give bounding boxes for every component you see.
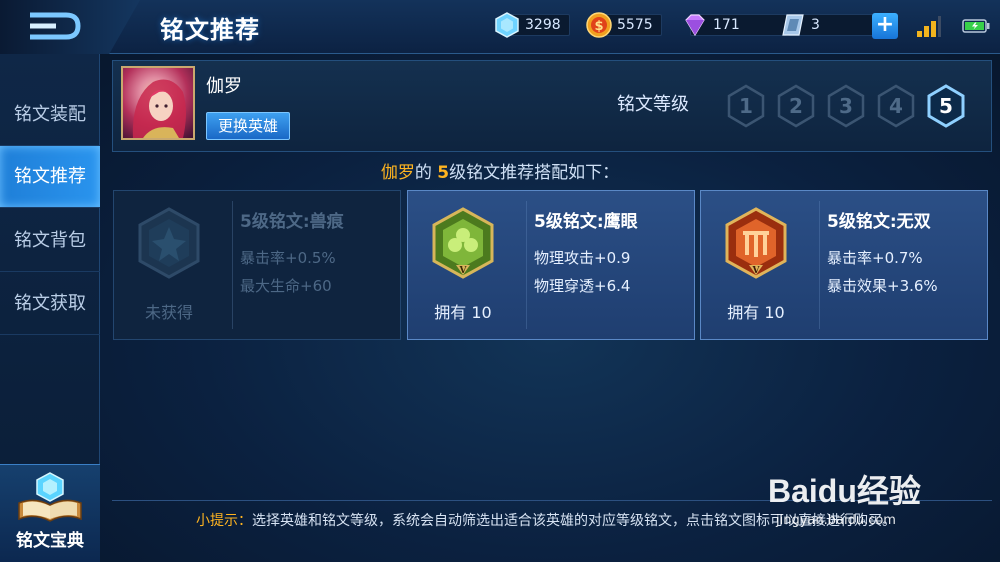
baidu-watermark-url: jingyan.baidu.com — [776, 513, 896, 528]
headline-level: 5 — [437, 163, 450, 183]
tip-label: 小提示： — [196, 513, 252, 529]
level-5-label: 5 — [939, 94, 953, 118]
gold-coin-icon: $ — [586, 12, 612, 38]
level-1-label: 1 — [739, 94, 753, 118]
rune-stat-2: 暴击效果+3.6% — [827, 277, 938, 295]
level-4-label: 4 — [889, 94, 903, 118]
gem-counter: 171 — [682, 12, 787, 38]
recommend-headline: 伽罗的 5级铭文推荐搭配如下： — [0, 158, 1000, 183]
baidu-watermark-logo: Baidu经验 — [768, 473, 921, 509]
sidebar-item-obtain[interactable]: 铭文获取 — [0, 273, 100, 335]
rune-stat-1: 暴击率+0.5% — [240, 249, 336, 267]
hero-avatar[interactable] — [121, 66, 195, 140]
rune-badge-icon[interactable]: V — [721, 205, 791, 285]
signal-icon — [917, 16, 941, 37]
rune-stat-1: 物理攻击+0.9 — [534, 249, 631, 267]
rune-owned-status: 未获得 — [144, 303, 193, 322]
page-title: 铭文推荐 — [160, 16, 260, 44]
rune-stat-2: 最大生命+60 — [240, 277, 332, 295]
rune-card-unrivaled[interactable]: V 拥有 10 5级铭文:无双 暴击率+0.7% 暴击效果+3.6% — [700, 190, 988, 340]
hero-portrait-icon — [132, 79, 186, 138]
rune-guide-label: 铭文宝典 — [16, 531, 84, 551]
headline-part1: 的 — [414, 163, 438, 183]
svg-text:V: V — [752, 266, 761, 276]
change-hero-button[interactable]: 更换英雄 — [206, 112, 290, 140]
level-4-button[interactable]: 4 — [876, 84, 916, 128]
level-3-label: 3 — [839, 94, 853, 118]
level-3-button[interactable]: 3 — [826, 84, 866, 128]
rune-name: 5级铭文:无双 — [827, 212, 931, 232]
rune-owned-status: 拥有 10 — [434, 303, 492, 322]
card-divider — [232, 201, 233, 329]
headline-part2: 级铭文推荐搭配如下： — [449, 163, 620, 183]
rune-level-label: 铭文等级 — [617, 94, 689, 115]
level-1-button[interactable]: 1 — [726, 84, 766, 128]
rune-name: 5级铭文:鹰眼 — [534, 212, 638, 232]
rune-badge-icon[interactable]: V — [428, 205, 498, 285]
rune-card-hawk-eye[interactable]: V 拥有 10 5级铭文:鹰眼 物理攻击+0.9 物理穿透+6.4 — [407, 190, 695, 340]
rune-badge-icon — [138, 207, 200, 279]
diamond-counter: 3298 — [494, 12, 570, 38]
ticket-card-icon — [782, 14, 804, 36]
card-divider — [526, 201, 527, 329]
rune-stat-2: 物理穿透+6.4 — [534, 277, 631, 295]
level-2-button[interactable]: 2 — [776, 84, 816, 128]
purple-gem-icon — [685, 14, 705, 37]
sidebar-item-bag[interactable]: 铭文背包 — [0, 210, 100, 272]
plus-icon: + — [875, 12, 895, 37]
svg-text:V: V — [459, 266, 468, 276]
rune-stat-1: 暴击率+0.7% — [827, 249, 923, 267]
headline-hero: 伽罗 — [380, 163, 415, 183]
diamond-icon — [495, 12, 519, 38]
level-2-label: 2 — [789, 94, 803, 118]
card-divider — [819, 201, 820, 329]
rune-name: 5级铭文:兽痕 — [240, 212, 344, 232]
hero-name: 伽罗 — [206, 76, 242, 97]
battery-icon — [962, 19, 990, 33]
rune-owned-status: 拥有 10 — [727, 303, 785, 322]
add-currency-button[interactable]: + — [872, 13, 898, 39]
sidebar-item-equip[interactable]: 铭文装配 — [0, 84, 100, 146]
book-icon — [18, 472, 82, 522]
ticket-counter: 3 — [780, 12, 877, 38]
svg-text:$: $ — [594, 19, 603, 34]
back-arrow-icon — [30, 12, 81, 40]
rune-card-beast-mark[interactable]: 未获得 5级铭文:兽痕 暴击率+0.5% 最大生命+60 — [113, 190, 401, 340]
level-5-button[interactable]: 5 — [926, 84, 966, 128]
gold-counter: $ 5575 — [586, 12, 662, 38]
